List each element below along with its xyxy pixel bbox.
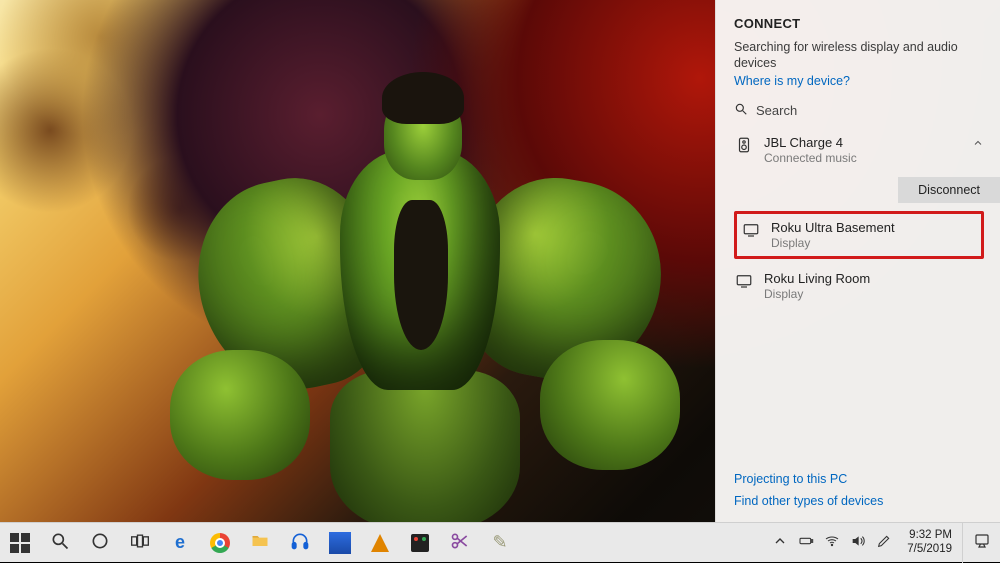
device-jbl-charge-4[interactable]: JBL Charge 4 Connected music [734, 129, 984, 169]
snip-app[interactable] [440, 523, 480, 563]
active-app[interactable] [320, 523, 360, 563]
start-button[interactable] [0, 523, 40, 563]
pen-icon [876, 533, 892, 552]
vlc-icon [371, 534, 389, 552]
speaker-icon [734, 135, 754, 155]
tray-overflow[interactable] [767, 523, 793, 563]
bluewin-icon [329, 532, 351, 554]
volume-status[interactable] [845, 523, 871, 563]
device-name: JBL Charge 4 [764, 135, 857, 150]
headphones-icon [290, 531, 310, 554]
device-sub: Connected music [764, 151, 857, 165]
cortana-button[interactable] [80, 523, 120, 563]
store-app[interactable] [400, 523, 440, 563]
device-sub: Display [771, 236, 895, 250]
notification-icon [973, 532, 991, 553]
battery-status[interactable] [793, 523, 819, 563]
search-placeholder: Search [756, 103, 797, 118]
device-roku-living-room[interactable]: Roku Living Room Display [734, 265, 984, 305]
taskbar: e ✎ [0, 522, 1000, 562]
connect-footer: Projecting to this PC Find other types o… [716, 464, 1000, 522]
explorer-app[interactable] [240, 523, 280, 563]
cortana-icon [90, 531, 110, 554]
device-sub: Display [764, 287, 870, 301]
search-button[interactable] [40, 523, 80, 563]
device-search-input[interactable]: Search [734, 102, 984, 119]
wifi-icon [824, 533, 840, 552]
display-icon [734, 271, 754, 291]
chevron-up-icon [772, 533, 788, 552]
task-view-button[interactable] [120, 523, 160, 563]
device-name: Roku Ultra Basement [771, 220, 895, 235]
action-center-button[interactable] [962, 523, 1000, 563]
device-name: Roku Living Room [764, 271, 870, 286]
clock[interactable]: 9:32 PM 7/5/2019 [897, 529, 962, 555]
disconnect-button[interactable]: Disconnect [898, 177, 1000, 203]
connect-flyout: CONNECT Searching for wireless display a… [715, 0, 1000, 522]
connect-status: Searching for wireless display and audio… [734, 39, 984, 72]
connect-title: CONNECT [734, 16, 984, 31]
vlc-app[interactable] [360, 523, 400, 563]
taskbar-right: 9:32 PM 7/5/2019 [767, 523, 1000, 562]
edge-icon: e [170, 533, 190, 553]
clock-time: 9:32 PM [907, 529, 952, 542]
folder-icon [250, 531, 270, 554]
store-icon [411, 534, 429, 552]
search-icon [50, 531, 70, 554]
chrome-app[interactable] [200, 523, 240, 563]
search-icon [734, 102, 748, 119]
display-icon [741, 220, 761, 240]
find-other-devices-link[interactable]: Find other types of devices [734, 494, 1000, 508]
misc-icon: ✎ [490, 533, 510, 553]
battery-icon [798, 533, 814, 552]
scissors-icon [450, 531, 470, 554]
taskbar-left: e ✎ [0, 523, 520, 562]
volume-icon [850, 533, 866, 552]
network-status[interactable] [819, 523, 845, 563]
wallpaper-figure [160, 30, 680, 520]
audio-app[interactable] [280, 523, 320, 563]
clock-date: 7/5/2019 [907, 543, 952, 556]
windows-icon [10, 533, 30, 553]
pen-workspace[interactable] [871, 523, 897, 563]
where-is-my-device-link[interactable]: Where is my device? [734, 74, 850, 88]
taskview-icon [130, 531, 150, 554]
edge-app[interactable]: e [160, 523, 200, 563]
chevron-up-icon[interactable] [972, 135, 984, 152]
device-roku-ultra-basement[interactable]: Roku Ultra Basement Display [734, 211, 984, 259]
projecting-to-this-pc-link[interactable]: Projecting to this PC [734, 472, 1000, 486]
misc-app[interactable]: ✎ [480, 523, 520, 563]
chrome-icon [210, 533, 230, 553]
